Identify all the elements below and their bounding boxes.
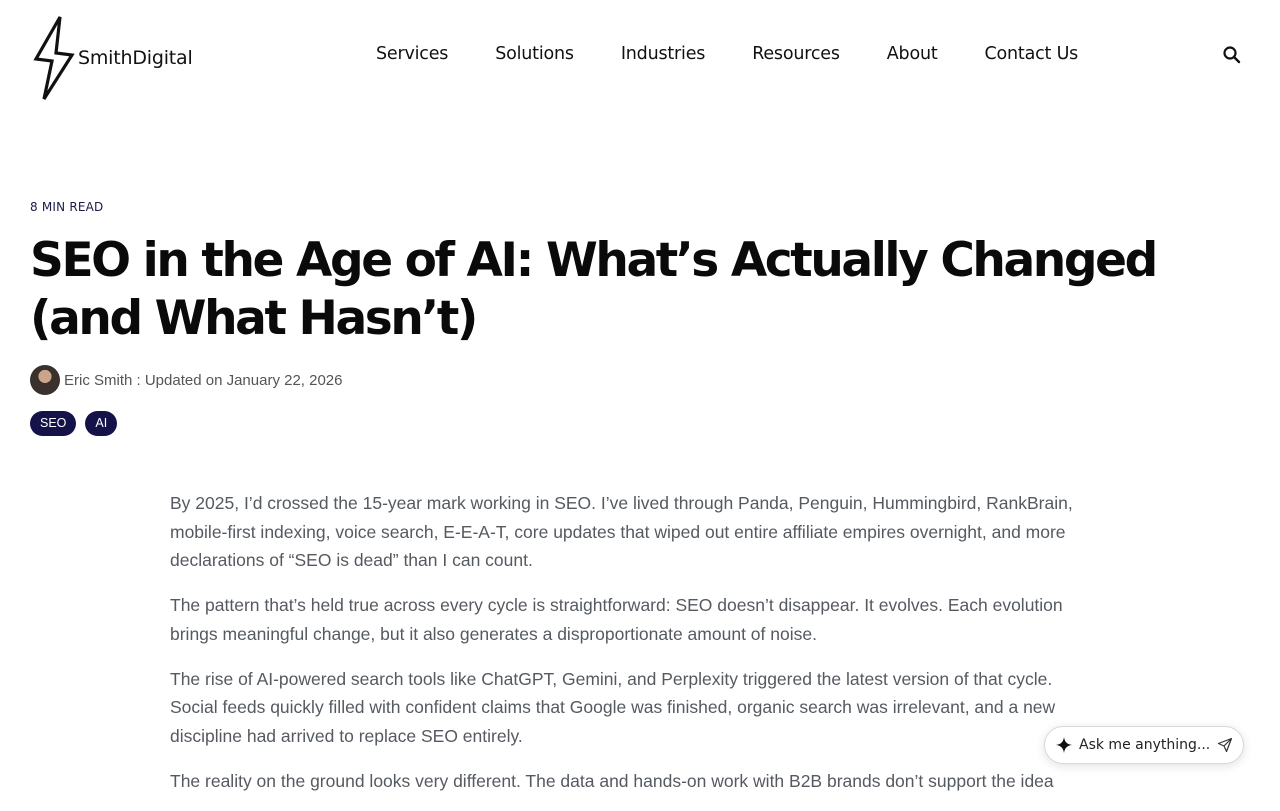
author-avatar [30, 365, 60, 395]
article-paragraph: The reality on the ground looks very dif… [170, 770, 1054, 791]
nav-resources[interactable]: Resources [752, 44, 840, 64]
send-icon[interactable] [1217, 737, 1233, 753]
logo-text: SmithDigital [78, 47, 193, 69]
read-time: 8 MIN READ [30, 200, 104, 214]
ask-input[interactable] [1079, 737, 1213, 753]
byline: Eric Smith : Updated on January 22, 2026 [30, 365, 343, 395]
search-icon [1223, 46, 1241, 64]
nav-solutions[interactable]: Solutions [495, 44, 574, 64]
nav-about[interactable]: About [887, 44, 938, 64]
nav-services[interactable]: Services [376, 44, 448, 64]
tag-ai[interactable]: AI [85, 411, 118, 436]
search-button[interactable] [1222, 45, 1242, 65]
lightning-logo-icon [33, 16, 75, 100]
article-title: SEO in the Age of AI: What’s Actually Ch… [30, 233, 1158, 346]
tag-list: SEO AI [30, 411, 126, 436]
article-paragraph: By 2025, I’d crossed the 15-year mark wo… [170, 493, 1073, 571]
main-nav: Services Solutions Industries Resources … [376, 44, 1078, 64]
article-paragraph: The pattern that’s held true across ever… [170, 595, 1063, 644]
tag-seo[interactable]: SEO [30, 411, 77, 436]
article-paragraph: The rise of AI-powered search tools like… [170, 668, 1056, 746]
byline-text: Eric Smith : Updated on January 22, 2026 [64, 371, 343, 389]
sparkle-icon [1055, 736, 1073, 754]
nav-industries[interactable]: Industries [621, 44, 706, 64]
ask-assistant-widget[interactable] [1044, 726, 1244, 764]
article-body: By 2025, I’d crossed the 15-year mark wo… [170, 489, 1100, 811]
site-logo[interactable]: SmithDigital [30, 14, 205, 102]
nav-contact-us[interactable]: Contact Us [985, 44, 1079, 64]
